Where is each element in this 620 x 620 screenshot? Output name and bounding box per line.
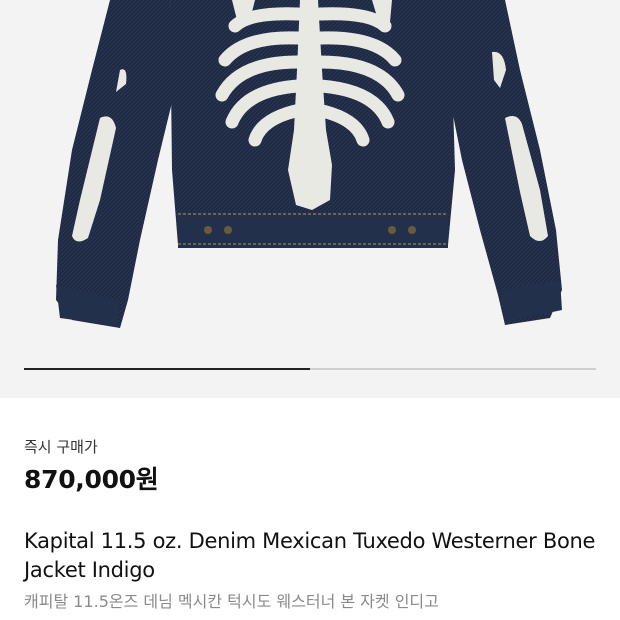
product-title-english: Kapital 11.5 oz. Denim Mexican Tuxedo We… [24,529,596,582]
carousel-indicator [24,368,596,370]
product-title-korean: 캐피탈 11.5온즈 데님 멕시칸 턱시도 웨스터너 본 자켓 인디고 [24,592,439,611]
jacket-image [56,0,562,328]
carousel-indicator-fill [24,368,310,370]
product-image[interactable] [0,0,620,398]
price-value: 870,000원 [24,465,159,494]
price-label: 즉시 구매가 [24,438,98,456]
